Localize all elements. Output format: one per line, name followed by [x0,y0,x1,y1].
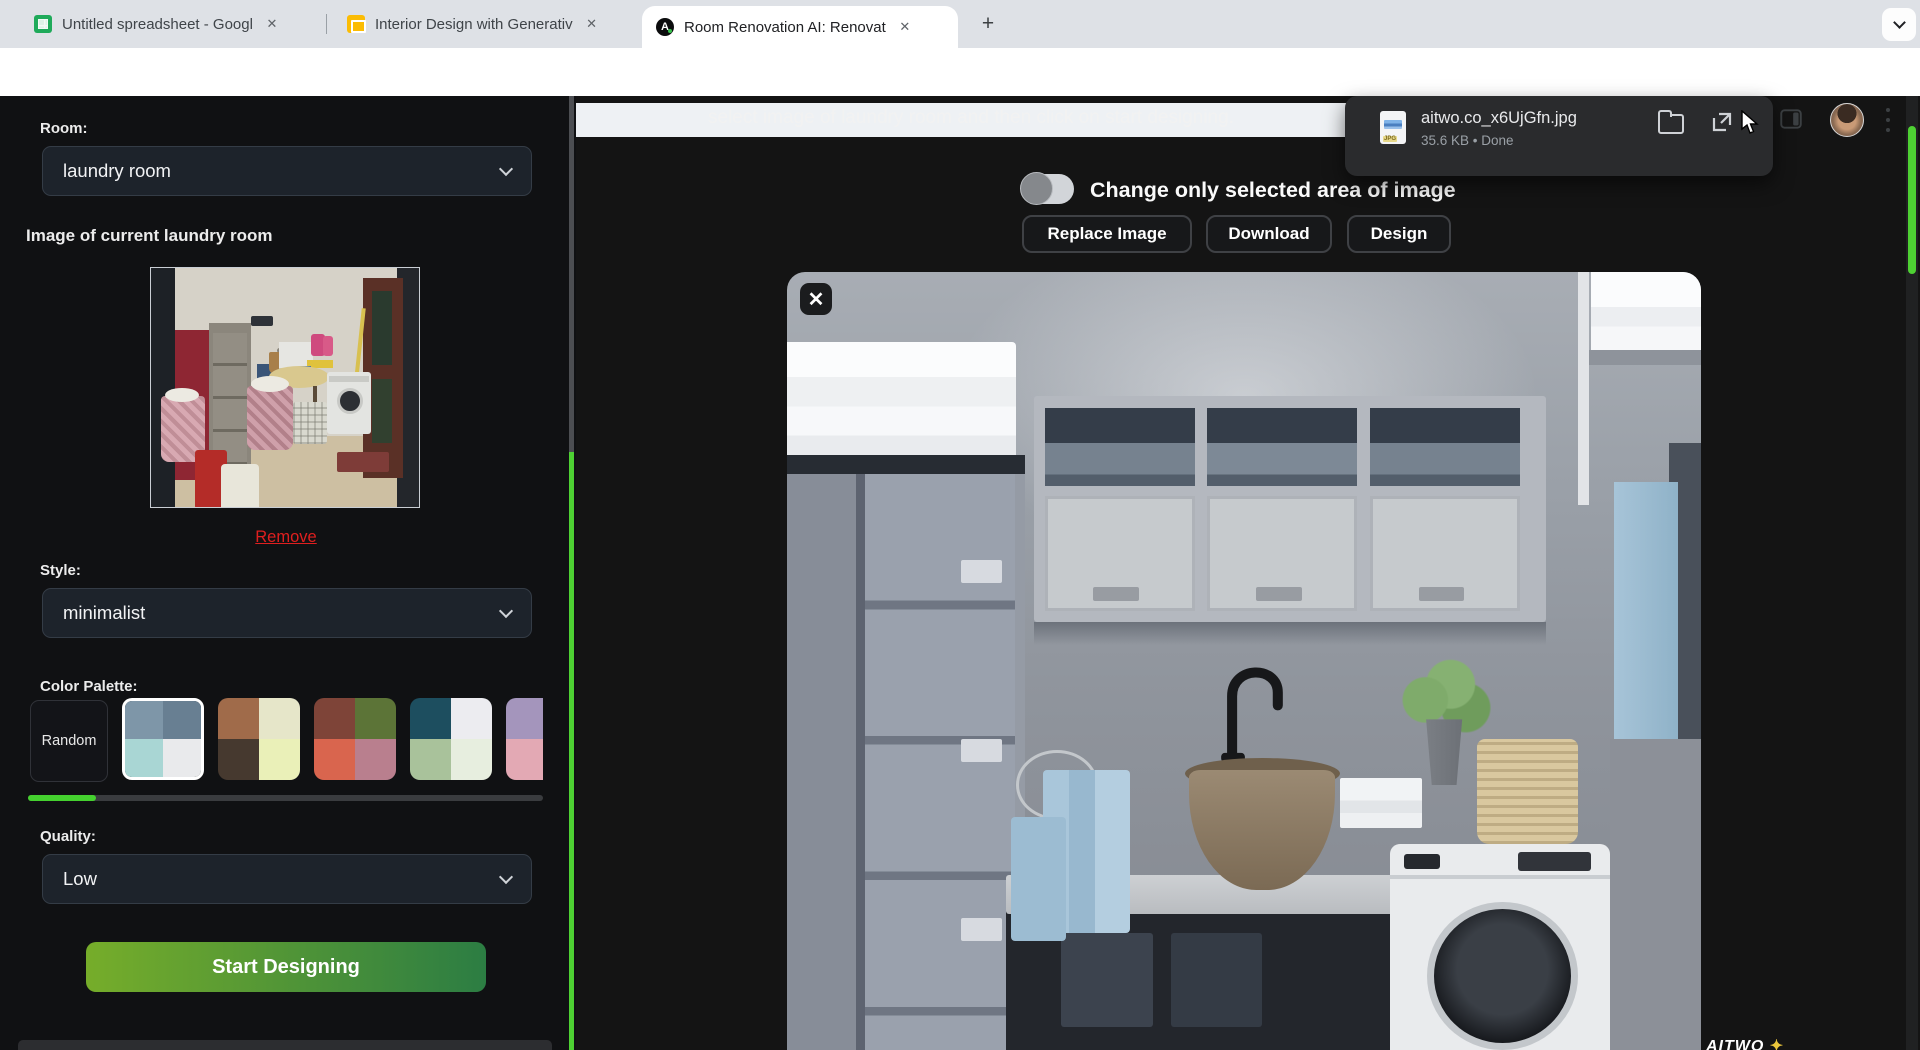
renovated-room-image [787,272,1701,1050]
tab-title: Room Renovation AI: Renovat [684,19,886,36]
selected-area-toggle[interactable] [1022,174,1074,204]
chevron-down-icon [499,161,513,175]
room-select-value: laundry room [63,160,171,182]
sidebar-partial-element [18,1040,552,1050]
google-slides-icon [347,15,365,33]
toggle-label: Change only selected area of image [1090,178,1456,203]
show-in-folder-icon[interactable] [1658,114,1684,134]
plant-vase [1420,719,1468,785]
tab-title: Untitled spreadsheet - Googl [62,16,253,33]
new-tab-button[interactable]: + [976,13,1000,37]
random-label: Random [42,733,97,749]
room-select[interactable]: laundry room [42,146,532,196]
close-image-button[interactable]: ✕ [800,283,832,315]
design-options-sidebar: Room: laundry room Image of current laun… [0,96,576,1050]
watermark-text: AITWO [1706,1038,1764,1050]
chevron-down-icon [499,603,513,617]
current-room-thumbnail [150,267,420,508]
design-button[interactable]: Design [1347,215,1451,253]
chevron-down-icon [1893,16,1906,29]
vessel-sink [1189,770,1335,891]
tab-title: Interior Design with Generativ [375,16,573,33]
page-scrollbar-thumb[interactable] [1908,126,1916,274]
download-filename: aitwo.co_x6UjGfn.jpg [1421,109,1577,128]
room-label: Room: [40,120,88,137]
menu-kebab-icon[interactable] [1886,108,1890,132]
mouse-cursor [1740,110,1762,136]
open-in-new-icon[interactable] [1710,110,1734,134]
tab-separator [326,14,327,34]
quality-label: Quality: [40,828,96,845]
palette-row [122,698,543,786]
side-panel-icon[interactable] [1778,106,1804,132]
palette-scrollbar[interactable] [28,795,543,801]
woven-basket [1477,739,1578,844]
towel-stack-right [1591,272,1701,350]
sidebar-scrollbar-track[interactable] [569,96,574,452]
window-chevron-button[interactable] [1882,8,1916,41]
random-palette-button[interactable]: Random [30,700,108,782]
quality-select[interactable]: Low [42,854,532,904]
aitwo-logo-icon: A [656,18,674,36]
palette-swatch-3[interactable] [314,698,396,780]
tab-close-icon[interactable]: ✕ [896,18,914,36]
chevron-down-icon [499,869,513,883]
washer-door [1427,902,1578,1050]
tab-strip: Untitled spreadsheet - Googl ✕ Interior … [0,0,1920,48]
palette-swatch-4[interactable] [410,698,492,780]
sparkle-icon: ✦ [1770,1038,1784,1050]
start-designing-button[interactable]: Start Designing [86,942,486,992]
download-button[interactable]: Download [1206,215,1332,253]
tab-spreadsheet[interactable]: Untitled spreadsheet - Googl ✕ [20,0,320,48]
toggle-knob [1020,172,1053,205]
palette-label: Color Palette: [40,678,138,695]
sidebar-scrollbar-thumb[interactable] [569,452,574,1050]
current-image-label: Image of current laundry room [26,226,273,246]
faucet [1212,645,1303,769]
palette-swatch-1[interactable] [122,698,204,780]
remove-image-link[interactable]: Remove [196,528,376,547]
tab-close-icon[interactable]: ✕ [263,15,281,33]
style-label: Style: [40,562,81,579]
profile-avatar[interactable] [1830,103,1864,137]
instruction-text: select image of laundry room and then cl… [708,107,1234,129]
tab-slides[interactable]: Interior Design with Generativ ✕ [333,0,633,48]
tab-close-icon[interactable]: ✕ [583,15,601,33]
download-meta: 35.6 KB • Done [1421,133,1514,148]
towel-stack-left [787,342,1016,459]
palette-scrollbar-thumb[interactable] [28,795,96,801]
download-bubble[interactable] [1345,96,1773,176]
quality-select-value: Low [63,868,97,890]
palette-swatch-5[interactable] [506,698,543,780]
file-jpg-icon [1380,111,1406,144]
style-select[interactable]: minimalist [42,588,532,638]
replace-image-button[interactable]: Replace Image [1022,215,1192,253]
browser-toolbar: aitwo.co/ai-interior-design [0,48,1920,96]
style-select-value: minimalist [63,602,145,624]
watermark: AITWO ✦ [1706,1036,1886,1050]
palette-swatch-2[interactable] [218,698,300,780]
google-sheets-icon [34,15,52,33]
tab-room-renovation-active[interactable]: A Room Renovation AI: Renovat ✕ [642,6,958,48]
browser-window: Untitled spreadsheet - Googl ✕ Interior … [0,0,1920,1050]
